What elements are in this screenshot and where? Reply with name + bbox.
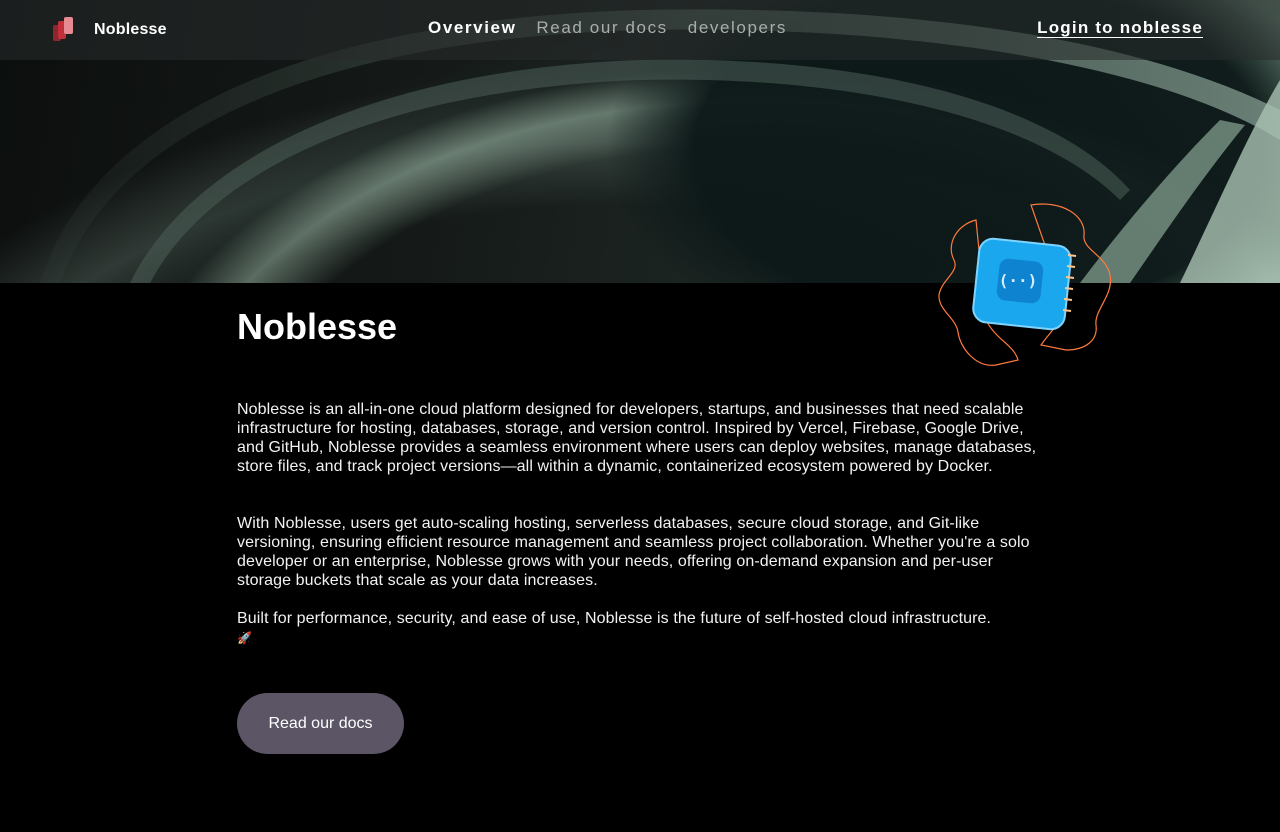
main-nav: Overview Read our docs developers (428, 18, 787, 38)
svg-text:(··): (··) (999, 271, 1038, 290)
brand[interactable]: Noblesse (52, 16, 167, 44)
nav-overview[interactable]: Overview (428, 18, 516, 38)
intro-paragraph: Noblesse is an all-in-one cloud platform… (237, 401, 1037, 475)
nav-developers[interactable]: developers (688, 18, 787, 38)
noblesse-logo-icon (52, 17, 76, 43)
brand-name: Noblesse (94, 21, 167, 38)
nav-read-our-docs[interactable]: Read our docs (536, 18, 667, 38)
closing-paragraph: Built for performance, security, and eas… (237, 609, 1037, 648)
top-navbar: Noblesse Overview Read our docs develope… (0, 0, 1280, 60)
login-link[interactable]: Login to noblesse (1037, 18, 1203, 38)
read-docs-button[interactable]: Read our docs (237, 693, 404, 754)
features-paragraph: With Noblesse, users get auto-scaling ho… (237, 515, 1030, 589)
main-content: Noblesse Noblesse is an all-in-one cloud… (237, 305, 1037, 645)
rocket-emoji: 🚀 (237, 631, 253, 645)
page: Noblesse Overview Read our docs develope… (0, 0, 1280, 832)
closing-text: Built for performance, security, and eas… (237, 610, 992, 627)
page-title: Noblesse (237, 306, 398, 347)
